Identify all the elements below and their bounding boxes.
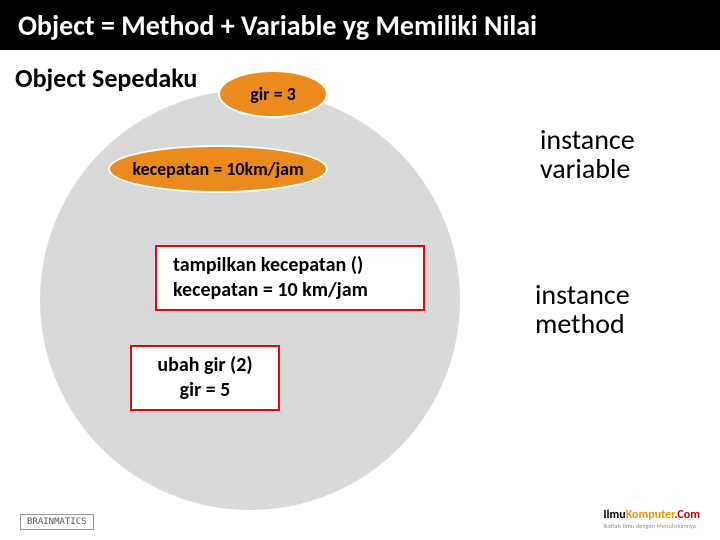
title-bar: Object = Method + Variable yg Memiliki N… <box>0 0 720 50</box>
variable-kecepatan: kecepatan = 10km/jam <box>108 145 328 193</box>
label-var-l1: instance <box>540 125 635 154</box>
method-tampilkan: tampilkan kecepatan () kecepatan = 10 km… <box>155 245 425 311</box>
logo-komputer: Komputer <box>626 508 675 522</box>
label-met-l2: method <box>535 309 630 338</box>
subtitle: Object Sepedaku <box>15 62 197 94</box>
tampilkan-line2: kecepatan = 10 km/jam <box>173 278 413 303</box>
kecepatan-text: kecepatan = 10km/jam <box>132 158 303 180</box>
footer-right-logo: IlmuKomputer.Com Ikatlah Ilmu dengan Men… <box>603 508 700 530</box>
variable-gir: gir = 3 <box>218 70 328 118</box>
ubah-line1: ubah gir (2) <box>142 353 268 378</box>
ubah-line2: gir = 5 <box>142 378 268 403</box>
method-ubah: ubah gir (2) gir = 5 <box>130 345 280 411</box>
label-instance-method: instance method <box>535 280 630 339</box>
title-text: Object = Method + Variable yg Memiliki N… <box>18 8 537 43</box>
gir-text: gir = 3 <box>250 83 296 105</box>
footer-left-logo: BRAINMATICS <box>20 514 94 530</box>
label-instance-variable: instance variable <box>540 125 635 184</box>
logo-subtitle: Ikatlah Ilmu dengan Menuliskannya <box>603 522 700 530</box>
logo-ilmu: Ilmu <box>603 508 625 522</box>
label-met-l1: instance <box>535 280 630 309</box>
label-var-l2: variable <box>540 154 635 183</box>
logo-com: .Com <box>674 508 700 522</box>
tampilkan-line1: tampilkan kecepatan () <box>173 253 413 278</box>
